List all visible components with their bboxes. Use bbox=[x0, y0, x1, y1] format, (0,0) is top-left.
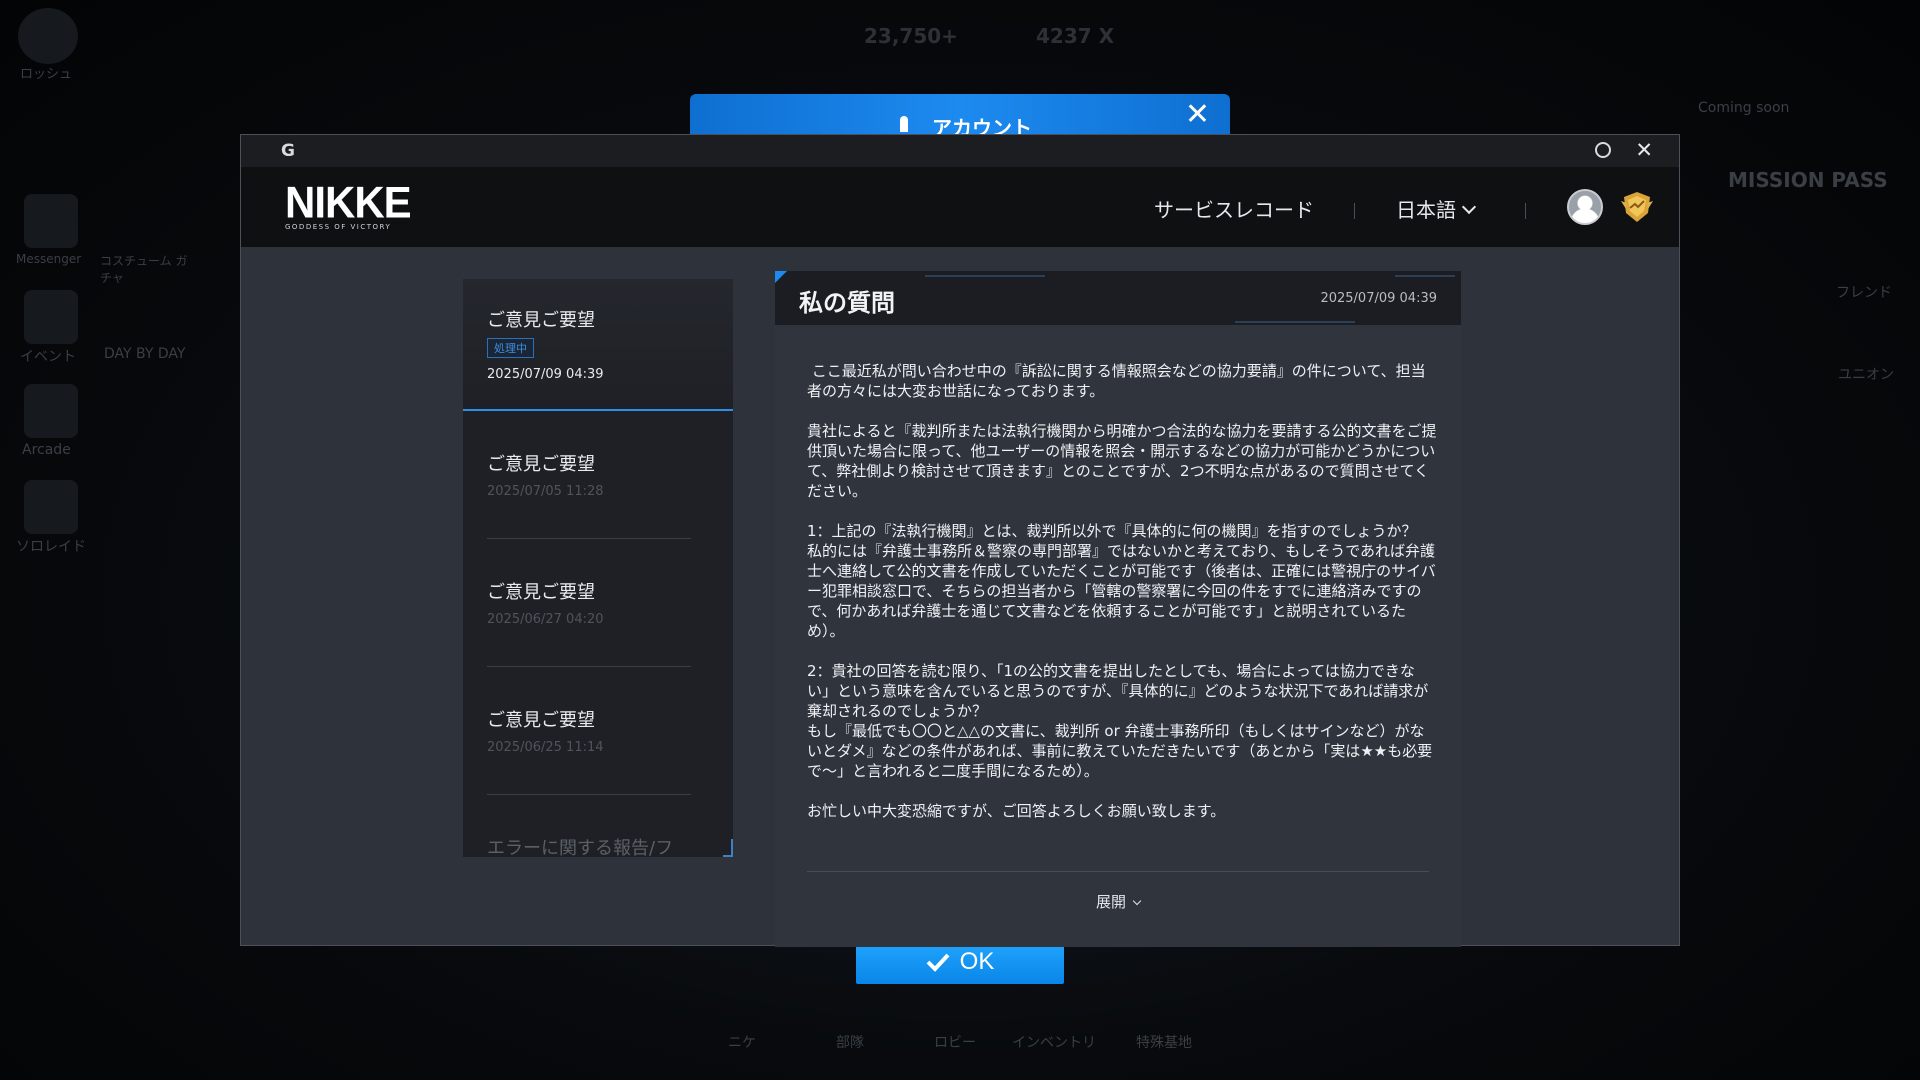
right-menu-union: ユニオン bbox=[1838, 367, 1894, 383]
ticket-item[interactable]: ご意見ご要望 2025/06/27 04:20 bbox=[463, 539, 733, 667]
question-paragraph: 2：貴社の回答を読む限り、「1の公的文書を提出したとしても、場合によっては協力で… bbox=[807, 662, 1433, 780]
corner-accent bbox=[775, 271, 787, 283]
left-menu-daybyday: DAY BY DAY bbox=[104, 346, 186, 362]
left-menu-messenger: Messenger bbox=[16, 252, 82, 266]
checkmark-icon bbox=[926, 953, 950, 972]
profile-avatar bbox=[18, 8, 78, 64]
coming-soon-text: Coming soon bbox=[1698, 100, 1790, 116]
logo-text: NIKKE bbox=[285, 177, 412, 228]
language-select[interactable]: 日本語 bbox=[1396, 194, 1477, 223]
bottom-menu-special: 特殊基地 bbox=[1136, 1035, 1192, 1051]
right-menu-friend: フレンド bbox=[1836, 285, 1892, 301]
left-menu-event: イベント bbox=[20, 349, 76, 365]
expand-label: 展開 bbox=[1095, 893, 1126, 911]
nikke-logo[interactable]: NIKKE GODDESS OF VICTORY bbox=[285, 177, 412, 231]
close-window-button[interactable]: ✕ bbox=[1635, 138, 1653, 162]
shield-icon[interactable] bbox=[1595, 142, 1611, 158]
question-paragraph: 1：上記の『法執行機関』とは、裁判所以外で『具体的に何の機関』を指すのでしょうか… bbox=[807, 522, 1436, 640]
chevron-down-icon bbox=[1461, 199, 1477, 215]
left-menu-costume: コスチューム ガチャ bbox=[100, 254, 188, 285]
ticket-item[interactable]: ご意見ご要望 2025/07/05 11:28 bbox=[463, 411, 733, 539]
bottom-menu-squad: 部隊 bbox=[836, 1035, 864, 1051]
pin-icon bbox=[900, 116, 908, 132]
question-body: ここ最近私が問い合わせ中の『訴訟に関する情報照会などの協力要請』の件について、担… bbox=[807, 361, 1437, 821]
ok-button-label: OK bbox=[959, 948, 995, 975]
account-dialog-header: アカウント ✕ bbox=[690, 94, 1230, 136]
detail-title: 私の質問 bbox=[799, 289, 895, 317]
bottom-menu-inventory: インベントリ bbox=[1012, 1035, 1096, 1051]
detail-header: 私の質問 2025/07/09 04:39 bbox=[775, 271, 1461, 325]
left-menu-arcade: Arcade bbox=[22, 442, 71, 458]
nav-divider bbox=[1354, 203, 1355, 219]
profile-name: ロッシュ bbox=[20, 67, 73, 82]
service-record-link[interactable]: サービスレコード bbox=[1154, 194, 1314, 223]
ticket-item[interactable]: ご意見ご要望 処理中 2025/07/09 04:39 bbox=[463, 279, 733, 411]
arcade-icon bbox=[24, 384, 78, 438]
question-paragraph: ここ最近私が問い合わせ中の『訴訟に関する情報照会などの協力要請』の件について、担… bbox=[807, 362, 1426, 400]
solo-raid-icon bbox=[24, 480, 78, 534]
header-decoration bbox=[925, 275, 1045, 277]
ticket-date: 2025/06/27 04:20 bbox=[487, 612, 604, 627]
detail-divider bbox=[807, 871, 1429, 872]
header-decoration bbox=[1395, 275, 1455, 277]
event-icon bbox=[24, 290, 78, 344]
emblem-badge-icon[interactable] bbox=[1619, 189, 1655, 225]
ticket-date: 2025/07/09 04:39 bbox=[487, 367, 604, 382]
question-detail: 私の質問 2025/07/09 04:39 ここ最近私が問い合わせ中の『訴訟に関… bbox=[775, 271, 1461, 947]
ticket-title: ご意見ご要望 bbox=[487, 710, 595, 731]
user-avatar[interactable] bbox=[1567, 189, 1603, 225]
chevron-down-icon bbox=[1132, 896, 1142, 906]
question-paragraph: 貴社によると『裁判所または法執行機関から明確かつ合法的な協力を要請する公的文書を… bbox=[807, 422, 1437, 500]
header-decoration bbox=[1235, 321, 1355, 323]
resource-credits: 4237 X bbox=[1036, 24, 1115, 48]
ticket-title: ご意見ご要望 bbox=[487, 582, 595, 603]
ticket-title: ご意見ご要望 bbox=[487, 454, 595, 475]
ticket-list: ご意見ご要望 処理中 2025/07/09 04:39 ご意見ご要望 2025/… bbox=[463, 279, 733, 857]
window-titlebar: G ✕ bbox=[241, 135, 1679, 167]
ticket-title: ご意見ご要望 bbox=[487, 310, 595, 331]
ticket-date: 2025/07/05 11:28 bbox=[487, 484, 604, 499]
close-icon[interactable]: ✕ bbox=[1185, 100, 1210, 130]
nav-divider bbox=[1525, 203, 1526, 219]
bottom-menu-nikke: ニケ bbox=[728, 1035, 756, 1051]
expand-button[interactable]: 展開 bbox=[775, 891, 1461, 912]
detail-date: 2025/07/09 04:39 bbox=[1320, 291, 1437, 306]
ticket-item[interactable]: エラーに関する報告/フ bbox=[463, 795, 733, 857]
bottom-menu-lobby: ロビー bbox=[934, 1035, 976, 1051]
site-header: NIKKE GODDESS OF VICTORY サービスレコード 日本語 bbox=[241, 167, 1679, 247]
mission-pass-text: MISSION PASS bbox=[1728, 168, 1888, 192]
ticket-item[interactable]: ご意見ご要望 2025/06/25 11:14 bbox=[463, 667, 733, 795]
left-menu-solo-raid: ソロレイド bbox=[16, 539, 86, 555]
account-dialog-title: アカウント bbox=[932, 116, 1032, 136]
ticket-title: エラーに関する報告/フ bbox=[487, 838, 674, 857]
resource-gems: 23,750+ bbox=[864, 24, 958, 48]
messenger-icon bbox=[24, 194, 78, 248]
support-window: G ✕ NIKKE GODDESS OF VICTORY サービスレコード 日本… bbox=[240, 134, 1680, 947]
language-label: 日本語 bbox=[1396, 198, 1456, 222]
corner-accent bbox=[723, 839, 733, 857]
question-paragraph: お忙しい中大変恐縮ですが、ご回答よろしくお願い致します。 bbox=[807, 802, 1226, 820]
status-badge: 処理中 bbox=[487, 338, 534, 358]
ticket-date: 2025/06/25 11:14 bbox=[487, 740, 604, 755]
refresh-icon[interactable]: G bbox=[281, 141, 295, 161]
